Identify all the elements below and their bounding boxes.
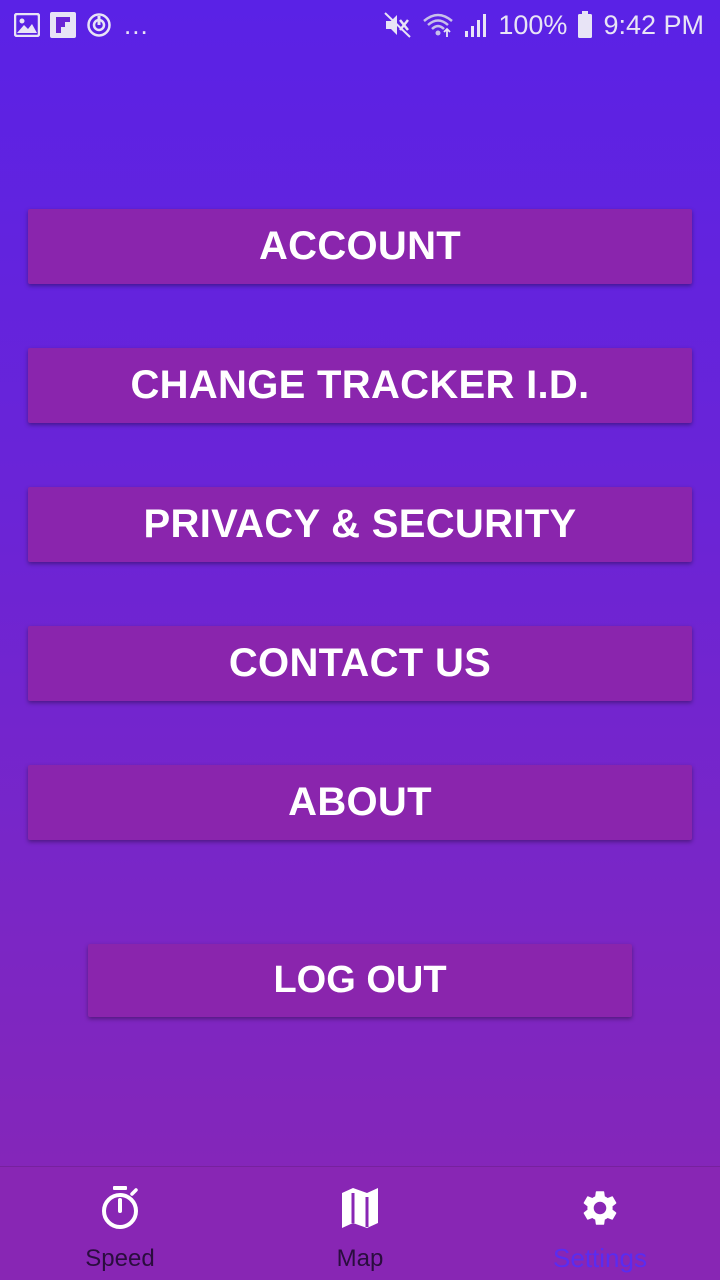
nav-label-settings: Settings [553,1243,647,1273]
log-out-button-label: LOG OUT [273,959,447,1001]
privacy-security-button-label: PRIVACY & SECURITY [143,502,577,546]
change-tracker-id-button[interactable]: CHANGE TRACKER I.D. [28,348,692,423]
battery-percent: 100% [498,9,568,40]
status-left: ... [14,10,149,41]
sync-icon [86,12,112,38]
contact-us-button[interactable]: CONTACT US [28,626,692,701]
log-out-button[interactable]: LOG OUT [88,944,632,1017]
wifi-icon [422,12,454,38]
battery-icon [577,11,593,39]
nav-item-settings[interactable]: Settings [480,1167,720,1280]
status-time: 9:42 PM [603,9,704,40]
about-button-label: ABOUT [288,780,432,824]
status-bar: ... 100% 9:42 PM [0,0,720,50]
nav-label-speed: Speed [85,1245,155,1272]
nav-label-map: Map [336,1245,384,1272]
flipboard-icon [50,12,76,38]
change-tracker-id-button-label: CHANGE TRACKER I.D. [130,363,590,407]
map-icon [340,1185,380,1231]
signal-icon [464,12,488,38]
stopwatch-icon [99,1185,141,1231]
account-button-label: ACCOUNT [258,224,462,268]
status-right: 100% 9:42 PM [384,10,704,41]
nav-item-map[interactable]: Map [240,1167,480,1280]
gear-icon [579,1185,621,1231]
gallery-icon [14,13,40,37]
bottom-nav: Speed Map Settings [0,1166,720,1280]
status-overflow: ... [124,9,149,40]
nav-item-speed[interactable]: Speed [0,1167,240,1280]
contact-us-button-label: CONTACT US [228,641,492,685]
privacy-security-button[interactable]: PRIVACY & SECURITY [28,487,692,562]
account-button[interactable]: ACCOUNT [28,209,692,284]
mute-icon [384,12,412,38]
about-button[interactable]: ABOUT [28,765,692,840]
